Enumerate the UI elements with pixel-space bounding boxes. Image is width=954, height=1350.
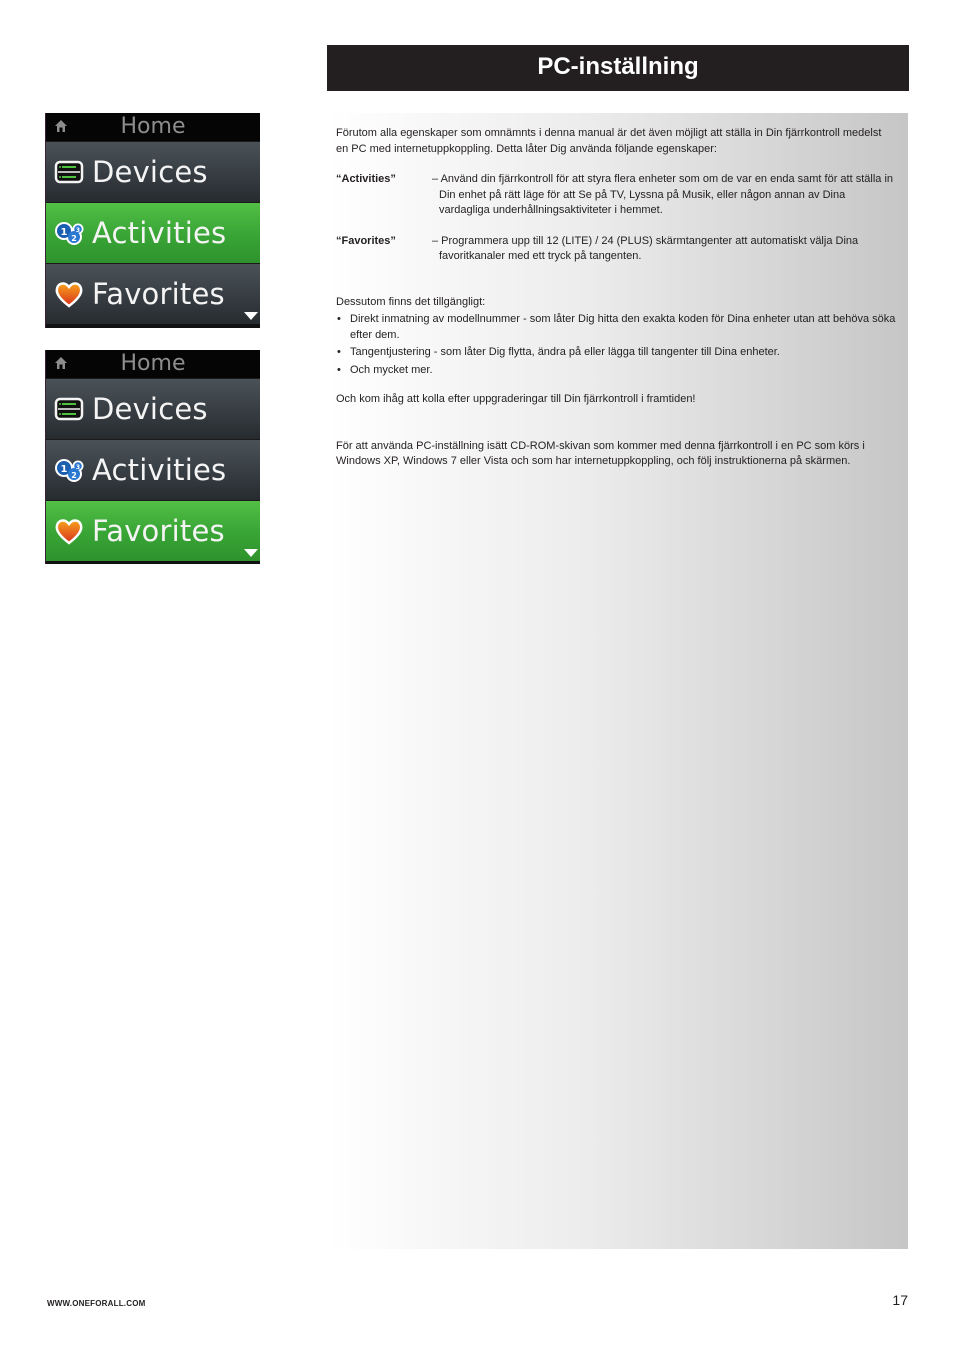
menu-item-devices[interactable]: Devices [46,378,260,439]
svg-text:2: 2 [71,471,77,480]
devices-icon [54,397,84,421]
activities-icon: 1 2 3 [55,222,84,245]
svg-text:3: 3 [76,227,80,234]
remote-screen-favorites-selected: Home Devices 1 2 3 Activities Favorites [45,350,260,564]
menu-item-devices[interactable]: Devices [46,141,260,202]
reminder-paragraph: Och kom ihåg att kolla efter uppgraderin… [336,393,696,405]
menu-item-label: Devices [92,155,208,189]
definition-term: “Favorites” [336,234,396,247]
menu-item-activities[interactable]: 1 2 3 Activities [46,439,260,500]
menu-item-favorites[interactable]: Favorites [46,263,260,324]
devices-icon [54,160,84,184]
list-item: Tangentjustering - som låter Dig flytta,… [336,345,896,361]
footer-url: WWW.ONEFORALL.COM [47,1299,146,1308]
intro-paragraph: Förutom alla egenskaper som omnämnts i d… [336,127,882,155]
svg-text:1: 1 [61,464,68,475]
screen-header: Home [46,113,260,141]
menu-item-label: Favorites [92,514,225,548]
definition-favorites: “Favorites” – Programmera upp till 12 (L… [336,234,896,265]
svg-text:3: 3 [76,464,80,471]
screen-title: Home [120,351,186,376]
page-number: 17 [892,1292,908,1308]
screen-title: Home [120,114,186,139]
menu-item-label: Activities [92,216,227,250]
menu-item-label: Devices [92,392,208,426]
scroll-down-arrow-icon[interactable] [244,549,258,557]
menu-item-favorites[interactable]: Favorites [46,500,260,561]
feature-list: Direkt inmatning av modellnummer - som l… [336,312,896,378]
definition-description: – Programmera upp till 12 (LITE) / 24 (P… [432,234,859,263]
content-body: Förutom alla egenskaper som omnämnts i d… [336,126,896,470]
page-title: PC-inställning [327,45,909,91]
remote-screen-activities-selected: Home Devices 1 2 3 Activities Favorites [45,113,260,328]
heart-icon [55,282,83,308]
menu-item-label: Activities [92,453,227,487]
svg-text:2: 2 [71,234,77,243]
instructions-paragraph: För att använda PC-inställning isätt CD-… [336,439,865,468]
definition-description: – Använd din fjärrkontroll för att styra… [432,173,894,216]
heart-icon [55,519,83,545]
scroll-down-arrow-icon[interactable] [244,312,258,320]
list-item: Och mycket mer. [336,363,896,379]
definition-activities: “Activities” – Använd din fjärrkontroll … [336,172,896,219]
also-available-heading: Dessutom finns det tillgängligt: [336,295,486,308]
menu-item-activities[interactable]: 1 2 3 Activities [46,202,260,263]
svg-text:1: 1 [61,227,68,238]
definition-term: “Activities” [336,173,396,185]
activities-icon: 1 2 3 [55,459,84,482]
screen-header: Home [46,350,260,378]
list-item: Direkt inmatning av modellnummer - som l… [336,312,896,343]
menu-item-label: Favorites [92,277,225,311]
